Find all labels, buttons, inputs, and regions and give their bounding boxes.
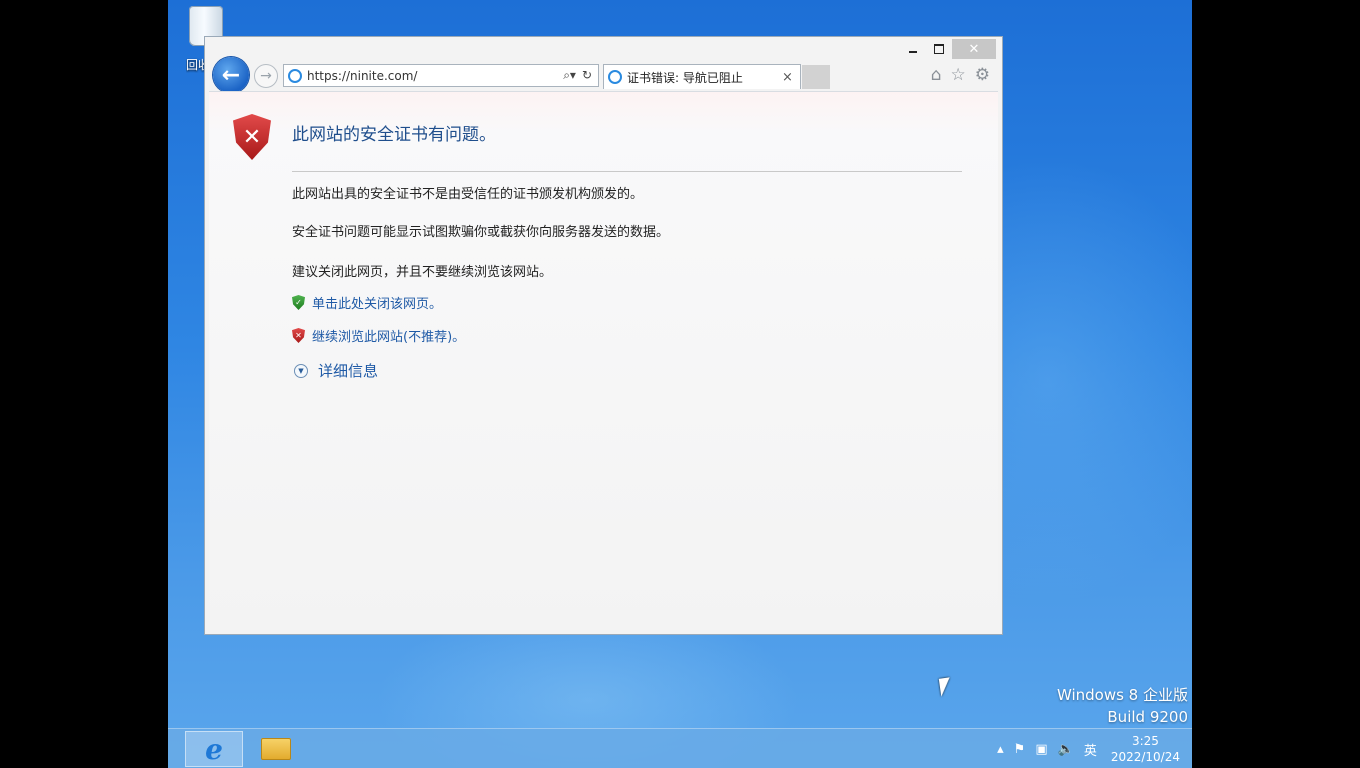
clock[interactable]: 3:25 2022/10/24 bbox=[1111, 733, 1180, 765]
clock-time: 3:25 bbox=[1131, 734, 1159, 748]
ime-indicator[interactable]: 英 bbox=[1084, 740, 1097, 759]
expand-chevron-icon: ▼ bbox=[294, 363, 308, 378]
continue-link[interactable]: ✕ 继续浏览此网站(不推荐)。 bbox=[292, 326, 465, 345]
clock-date: 2022/10/24 bbox=[1110, 750, 1180, 764]
forward-button[interactable]: → bbox=[254, 64, 278, 88]
windows-edition: Windows 8 企业版 bbox=[1056, 686, 1188, 704]
address-url[interactable]: https://ninite.com/ bbox=[307, 69, 563, 83]
refresh-icon[interactable]: ↻ bbox=[582, 68, 592, 83]
tab-title: 证书错误: 导航已阻止 bbox=[627, 70, 743, 85]
tab-close-icon[interactable]: × bbox=[782, 70, 800, 85]
taskbar-ie-button[interactable]: e bbox=[185, 731, 243, 767]
window-controls: ✕ bbox=[900, 39, 996, 59]
maximize-icon bbox=[934, 44, 944, 54]
address-tools: ⌕▾ ↻ bbox=[563, 68, 598, 83]
page-content: ✕ 此网站的安全证书有问题。 此网站出具的安全证书不是由受信任的证书颁发机构颁发… bbox=[209, 91, 998, 630]
system-tray: ▴ ⚑ ▣ 🔈 英 3:25 2022/10/24 bbox=[997, 729, 1180, 768]
close-page-link[interactable]: ✓ 单击此处关闭该网页。 bbox=[292, 293, 442, 312]
search-dropdown-icon[interactable]: ⌕▾ bbox=[563, 68, 576, 83]
message-recommendation: 建议关闭此网页，并且不要继续浏览该网站。 bbox=[292, 265, 553, 280]
error-shield-icon: ✕ bbox=[233, 114, 271, 160]
address-bar[interactable]: https://ninite.com/ ⌕▾ ↻ bbox=[283, 64, 599, 87]
more-info-label[interactable]: 详细信息 bbox=[318, 360, 378, 381]
home-icon[interactable]: ⌂ bbox=[931, 65, 942, 85]
desktop: 回收站 ✕ ← → https://ninite.com/ ⌕▾ ↻ 证书错误:… bbox=[168, 0, 1192, 768]
ie-page-icon bbox=[288, 68, 302, 83]
minimize-button[interactable] bbox=[900, 39, 926, 59]
network-icon[interactable]: ▣ bbox=[1035, 742, 1047, 757]
close-page-link-text[interactable]: 单击此处关闭该网页。 bbox=[312, 293, 442, 312]
tab-certificate-error[interactable]: 证书错误: 导航已阻止 × bbox=[603, 64, 801, 89]
divider bbox=[292, 171, 962, 172]
windows-build: Build 9200 bbox=[1107, 708, 1188, 726]
action-center-flag-icon[interactable]: ⚑ bbox=[1014, 742, 1026, 757]
browser-tools: ⌂ ☆ ⚙ bbox=[931, 65, 990, 85]
continue-link-text[interactable]: 继续浏览此网站(不推荐)。 bbox=[312, 326, 465, 345]
taskbar-explorer-button[interactable] bbox=[258, 735, 294, 763]
maximize-button[interactable] bbox=[926, 39, 952, 59]
more-info-toggle[interactable]: ▼ 详细信息 bbox=[294, 360, 378, 381]
windows-watermark: Windows 8 企业版 Build 9200 bbox=[1057, 684, 1188, 728]
ie-tab-icon bbox=[608, 70, 622, 84]
folder-icon bbox=[261, 738, 291, 760]
page-title: 此网站的安全证书有问题。 bbox=[292, 125, 496, 145]
message-risk: 安全证书问题可能显示试图欺骗你或截获你向服务器发送的数据。 bbox=[292, 225, 670, 240]
taskbar: e ▴ ⚑ ▣ 🔈 英 3:25 2022/10/24 bbox=[168, 728, 1192, 768]
tray-overflow-icon[interactable]: ▴ bbox=[997, 742, 1004, 757]
favorites-star-icon[interactable]: ☆ bbox=[951, 65, 966, 85]
red-shield-icon: ✕ bbox=[292, 328, 305, 343]
new-tab-button[interactable] bbox=[802, 65, 830, 89]
green-shield-icon: ✓ bbox=[292, 295, 305, 310]
minimize-icon bbox=[909, 51, 917, 53]
mouse-cursor-icon bbox=[938, 677, 953, 697]
close-window-button[interactable]: ✕ bbox=[952, 39, 996, 59]
volume-icon[interactable]: 🔈 bbox=[1058, 742, 1074, 757]
ie-window: ✕ ← → https://ninite.com/ ⌕▾ ↻ 证书错误: 导航已… bbox=[204, 36, 1003, 635]
back-button[interactable]: ← bbox=[213, 57, 249, 93]
message-untrusted: 此网站出具的安全证书不是由受信任的证书颁发机构颁发的。 bbox=[292, 187, 644, 202]
settings-gear-icon[interactable]: ⚙ bbox=[975, 65, 990, 85]
